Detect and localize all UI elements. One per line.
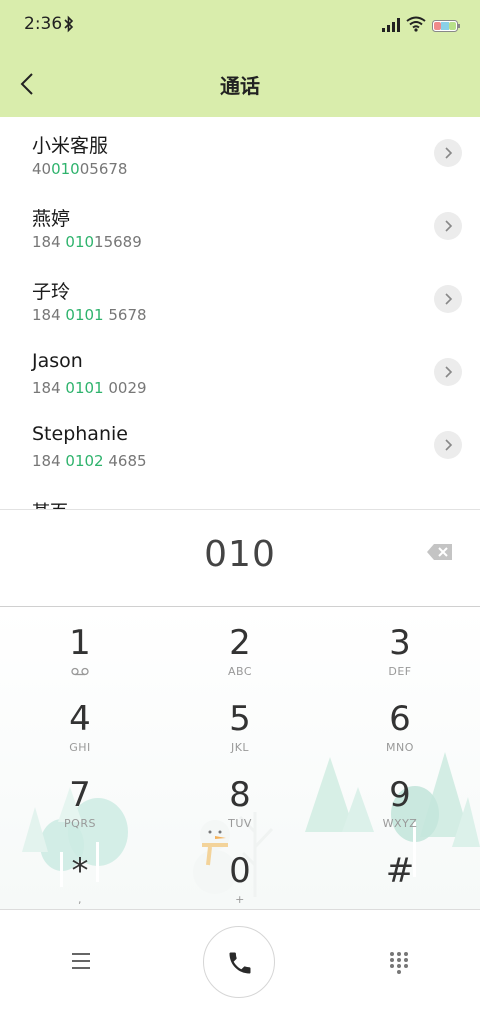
contact-item[interactable]: Jason 184 0101 0029 (0, 336, 480, 409)
key-digit: * (71, 851, 89, 891)
contact-detail-button[interactable] (434, 285, 462, 313)
number-display: 010 (0, 509, 480, 607)
status-bar: 2:36 (0, 0, 480, 52)
contact-name: 子玲 (32, 281, 71, 303)
key-letters: ABC (227, 665, 253, 678)
key-letters: + (235, 893, 245, 906)
key-digit: # (385, 851, 415, 891)
key-letters: DEF (388, 665, 412, 678)
number-match-highlight: 0101 (65, 306, 104, 324)
chevron-right-icon (445, 366, 453, 378)
page-title: 通话 (220, 74, 260, 98)
dial-key-6[interactable]: 6 MNO (320, 689, 480, 765)
header: 2:36 通话 (0, 0, 480, 117)
key-digit: 0 (229, 851, 251, 891)
key-digit: 7 (69, 775, 91, 815)
contact-name: 燕婷 (32, 208, 71, 230)
chevron-right-icon (445, 439, 453, 451)
contact-item[interactable]: 小米客服 4001005678 (0, 117, 480, 190)
contact-suggestion-list[interactable]: 小米客服 4001005678 燕婷 184 01015689 子玲 184 0… (0, 117, 480, 509)
key-letters: , (78, 893, 82, 906)
dial-key-hash[interactable]: # (320, 841, 480, 909)
status-time: 2:36 (24, 14, 63, 34)
contact-number: 184 0101 0029 (32, 379, 147, 397)
key-digit: 6 (389, 699, 411, 739)
bluetooth-icon (64, 15, 74, 33)
key-digit: 8 (229, 775, 251, 815)
key-letters: MNO (386, 741, 414, 754)
key-letters: GHI (69, 741, 91, 754)
voicemail-icon (71, 667, 89, 676)
contact-detail-button[interactable] (434, 358, 462, 386)
dial-key-5[interactable]: 5 JKL (160, 689, 320, 765)
chevron-right-icon (445, 147, 453, 159)
number-match-highlight: 0101 (65, 379, 104, 397)
contact-item[interactable]: 子玲 184 0101 5678 (0, 263, 480, 336)
contact-name: Jason (32, 350, 83, 372)
key-letters: TUV (228, 817, 252, 830)
key-digit: 5 (229, 699, 251, 739)
number-match-highlight: 0102 (65, 452, 104, 470)
dial-key-2[interactable]: 2 ABC (160, 613, 320, 689)
contact-detail-button[interactable] (434, 212, 462, 240)
dial-key-3[interactable]: 3 DEF (320, 613, 480, 689)
number-match-highlight: 010 (65, 233, 95, 251)
menu-button[interactable] (68, 950, 94, 972)
key-digit: 1 (69, 623, 91, 663)
contact-item[interactable]: Stephanie 184 0102 4685 (0, 409, 480, 482)
dial-key-9[interactable]: 9 WXYZ (320, 765, 480, 841)
call-button[interactable] (203, 926, 275, 998)
dialpad-icon (390, 952, 408, 974)
key-digit: 3 (389, 623, 411, 663)
contact-name: 小米客服 (32, 135, 109, 157)
backspace-icon (427, 544, 452, 560)
key-digit: 2 (229, 623, 251, 663)
dialed-number: 010 (204, 534, 276, 575)
bottom-action-bar (0, 909, 480, 1013)
dial-key-1[interactable]: 1 (0, 613, 160, 689)
number-match-highlight: 010 (51, 160, 80, 178)
contact-number: 184 01015689 (32, 233, 142, 251)
contact-detail-button[interactable] (434, 139, 462, 167)
dial-key-8[interactable]: 8 TUV (160, 765, 320, 841)
keypad-toggle-button[interactable] (387, 950, 411, 976)
dial-key-4[interactable]: 4 GHI (0, 689, 160, 765)
contact-number: 4001005678 (32, 160, 128, 178)
key-letters: JKL (230, 741, 250, 754)
contact-detail-button[interactable] (434, 431, 462, 459)
contact-name: Stephanie (32, 423, 128, 445)
dial-key-0[interactable]: 0 + (160, 841, 320, 909)
phone-icon (229, 952, 251, 974)
dial-key-star[interactable]: * , (0, 841, 160, 909)
dialpad: 1 2 ABC 3 DEF 4 GHI 5 JKL 6 MNO 7 PQRS 8… (0, 607, 480, 909)
chevron-right-icon (445, 220, 453, 232)
key-letters: WXYZ (382, 817, 418, 830)
key-letters: PQRS (64, 817, 96, 830)
partial-contact-name[interactable]: 某百 (32, 498, 68, 509)
backspace-button[interactable] (426, 542, 454, 562)
key-digit: 9 (389, 775, 411, 815)
hamburger-menu-icon (72, 953, 90, 969)
signal-icon (382, 18, 400, 32)
contact-number: 184 0102 4685 (32, 452, 147, 470)
contact-number: 184 0101 5678 (32, 306, 147, 324)
chevron-right-icon (445, 293, 453, 305)
dial-key-7[interactable]: 7 PQRS (0, 765, 160, 841)
key-digit: 4 (69, 699, 91, 739)
wifi-icon (406, 16, 426, 32)
contact-item[interactable]: 燕婷 184 01015689 (0, 190, 480, 263)
battery-icon (432, 20, 460, 32)
